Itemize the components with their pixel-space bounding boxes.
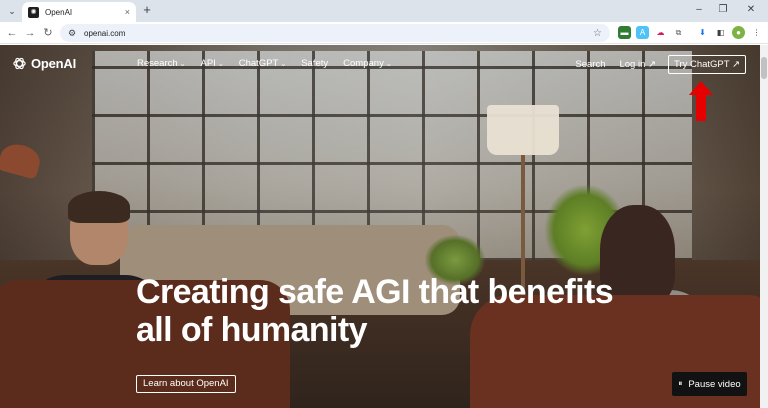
chevron-down-icon: ⌄ <box>385 60 392 68</box>
profile-avatar[interactable]: ● <box>732 26 745 39</box>
extensions-puzzle-icon[interactable]: ⧉ <box>672 26 685 39</box>
browser-tab[interactable]: ✺ OpenAI × <box>22 2 136 22</box>
tab-close-icon[interactable]: × <box>125 7 130 17</box>
chevron-down-icon: ⌄ <box>179 60 186 68</box>
star-icon[interactable]: ☆ <box>593 28 602 39</box>
extension-translate-icon[interactable]: A <box>636 26 649 39</box>
pause-icon: ⏸ <box>678 379 683 388</box>
site-nav: OpenAI Research ⌄ API ⌄ ChatGPT ⌄ Safety Co… <box>0 45 760 83</box>
tab-title: OpenAI <box>45 7 73 17</box>
search-link[interactable]: Search <box>575 59 605 70</box>
maximize-button[interactable]: ❐ <box>712 2 734 18</box>
webpage: OpenAI Research ⌄ API ⌄ ChatGPT ⌄ Safety Co… <box>0 45 760 408</box>
learn-about-openai-button[interactable]: Learn about OpenAI <box>136 375 236 393</box>
nav-company[interactable]: Company ⌄ <box>343 58 392 69</box>
nav-safety[interactable]: Safety <box>301 58 328 69</box>
new-tab-button[interactable]: + <box>140 3 154 17</box>
reload-button[interactable]: ↻ <box>40 25 56 41</box>
close-window-button[interactable]: ✕ <box>740 2 762 18</box>
nav-research[interactable]: Research ⌄ <box>137 58 186 69</box>
openai-logo[interactable]: OpenAI <box>12 56 76 71</box>
login-link[interactable]: Log in ↗ <box>619 59 655 70</box>
red-arrow-annotation-icon <box>689 81 713 121</box>
nav-label: ChatGPT <box>238 58 279 69</box>
forward-button[interactable]: → <box>22 25 38 41</box>
download-icon[interactable]: ⬇ <box>696 26 709 39</box>
hero-headline: Creating safe AGI that benefits all of h… <box>136 273 614 349</box>
nav-label: Research <box>137 58 178 69</box>
openai-favicon-icon: ✺ <box>28 6 39 18</box>
pause-label: Pause video <box>688 378 741 390</box>
back-button[interactable]: ← <box>4 25 20 41</box>
logo-text: OpenAI <box>31 56 77 71</box>
minimize-button[interactable]: – <box>688 2 710 18</box>
address-bar[interactable]: ⚙ openai.com ☆ <box>60 24 610 42</box>
chevron-down-icon: ⌄ <box>280 60 287 68</box>
nav-api[interactable]: API ⌄ <box>201 58 224 69</box>
scroll-thumb[interactable] <box>761 57 767 79</box>
nav-label: API <box>200 58 216 69</box>
browser-menu-icon[interactable]: ⋮ <box>750 26 763 39</box>
side-panel-icon[interactable]: ◧ <box>714 26 727 39</box>
browser-tab-bar: ⌄ ✺ OpenAI × + – ❐ ✕ <box>0 0 768 22</box>
chevron-down-icon: ⌄ <box>217 60 224 68</box>
nav-chatgpt[interactable]: ChatGPT ⌄ <box>239 58 286 69</box>
tab-search-icon[interactable]: ⌄ <box>4 3 20 19</box>
nav-label: Safety <box>301 58 329 69</box>
nav-actions: Search Log in ↗ Try ChatGPT ↗ <box>575 55 746 74</box>
floor-lamp-shade <box>487 105 559 155</box>
url-text[interactable]: openai.com <box>84 29 593 38</box>
primary-nav: Research ⌄ API ⌄ ChatGPT ⌄ Safety Company ⌄ <box>137 58 407 69</box>
site-info-icon[interactable]: ⚙ <box>66 27 78 39</box>
page-scrollbar[interactable] <box>760 45 768 408</box>
openai-logo-icon <box>13 57 26 70</box>
try-chatgpt-button[interactable]: Try ChatGPT ↗ <box>667 55 746 74</box>
extension-cloud-icon[interactable]: ☁ <box>654 26 667 39</box>
pause-video-button[interactable]: ⏸ Pause video <box>672 372 747 396</box>
browser-toolbar: ← → ↻ ⚙ openai.com ☆ ▬ A ☁ ⧉ ⬇ ◧ ● ⋮ <box>0 22 768 44</box>
nav-label: Company <box>343 58 384 69</box>
extension-green-icon[interactable]: ▬ <box>618 26 631 39</box>
